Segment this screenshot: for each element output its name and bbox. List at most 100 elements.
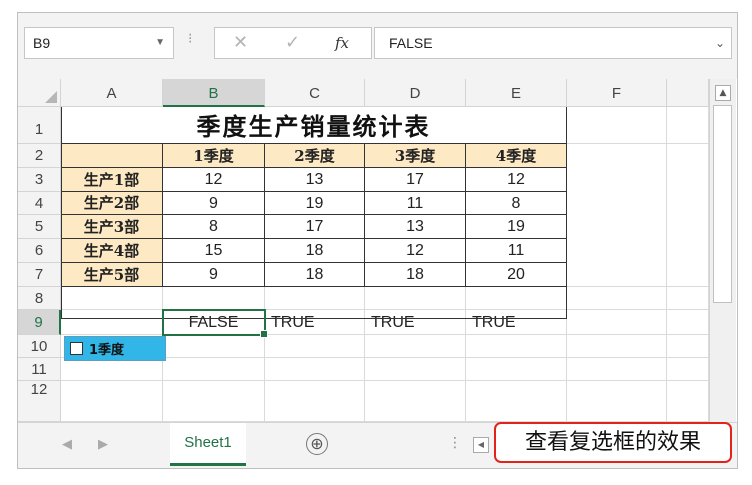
row-header-6[interactable]: 6 [18,239,61,263]
column-header-c[interactable]: C [265,79,365,107]
column-header-a[interactable]: A [61,79,163,107]
cell-d11[interactable] [365,358,466,381]
row-header-5[interactable]: 5 [18,215,61,239]
cell-c2[interactable]: 2季度 [265,144,365,168]
next-sheet-icon[interactable]: ▶ [98,437,108,452]
cell-b7[interactable]: 9 [163,263,265,287]
cell-f10[interactable] [567,335,667,358]
tab-sheet1[interactable]: Sheet1 [170,423,246,466]
row-header-4[interactable]: 4 [18,192,61,215]
cell-d4[interactable]: 11 [365,192,466,215]
checkbox-square-icon[interactable] [70,342,83,355]
cell-f12[interactable] [567,381,667,422]
cancel-icon[interactable]: ✕ [233,32,248,53]
cell-b2[interactable]: 1季度 [163,144,265,168]
cell-a12[interactable] [61,381,163,422]
cell-a4[interactable]: 生产2部 [61,192,163,215]
cell-c7[interactable]: 18 [265,263,365,287]
cell-e7[interactable]: 20 [466,263,567,287]
column-header-e[interactable]: E [466,79,567,107]
column-header-d[interactable]: D [365,79,466,107]
cell-d10[interactable] [365,335,466,358]
row-header-7[interactable]: 7 [18,263,61,287]
tab-split-handle-icon[interactable]: ⋮ [448,435,462,451]
cell-e5[interactable]: 19 [466,215,567,239]
cell-f9[interactable] [567,310,667,335]
cell-d12[interactable] [365,381,466,422]
scroll-up-icon[interactable]: ▲ [715,85,731,101]
cell-d3[interactable]: 17 [365,168,466,192]
cell-b11[interactable] [163,358,265,381]
chevron-down-icon[interactable]: ▼ [155,28,165,58]
cell-b6[interactable]: 15 [163,239,265,263]
cell-a2[interactable] [61,144,163,168]
vertical-scrollbar[interactable]: ▲ [709,79,736,422]
cell-a6[interactable]: 生产4部 [61,239,163,263]
cell-d7[interactable]: 18 [365,263,466,287]
row-header-3[interactable]: 3 [18,168,61,192]
cell-b9[interactable]: FALSE [163,310,265,335]
cell-a9[interactable] [61,310,163,335]
table-title[interactable]: 季度生产销量统计表 [61,107,567,144]
cell-c3[interactable]: 13 [265,168,365,192]
fx-icon[interactable]: fx [335,34,349,52]
cell-f8[interactable] [567,287,667,310]
cell-b12[interactable] [163,381,265,422]
cell-e9[interactable]: TRUE [466,310,567,335]
cell-g9[interactable] [667,310,709,335]
enter-icon[interactable]: ✓ [285,32,300,53]
cell-c6[interactable]: 18 [265,239,365,263]
row-header-11[interactable]: 11 [18,358,61,381]
cell-e4[interactable]: 8 [466,192,567,215]
cell-a7[interactable]: 生产5部 [61,263,163,287]
select-all-corner[interactable] [18,79,61,107]
cell-a8[interactable] [61,287,163,310]
cell-b10[interactable] [163,335,265,358]
cell-d5[interactable]: 13 [365,215,466,239]
cell-e12[interactable] [466,381,567,422]
row-header-8[interactable]: 8 [18,287,61,310]
row-header-1[interactable]: 1 [18,107,61,144]
column-header-g[interactable] [667,79,709,107]
column-header-f[interactable]: F [567,79,667,107]
cell-a11[interactable] [61,358,163,381]
cell-e11[interactable] [466,358,567,381]
checkbox-control[interactable]: 1季度 [64,336,166,361]
cell-d9[interactable]: TRUE [365,310,466,335]
row-header-12[interactable]: 12 [18,381,61,422]
cell-g11[interactable] [667,358,709,381]
cell-e8[interactable] [466,287,567,310]
cell-e6[interactable]: 11 [466,239,567,263]
scroll-thumb[interactable] [713,105,732,303]
expand-formula-icon[interactable]: ⌄ [715,28,725,58]
cell-g10[interactable] [667,335,709,358]
scroll-left-icon[interactable]: ◀ [473,437,489,453]
add-sheet-icon[interactable]: ⊕ [306,433,328,455]
cell-b8[interactable] [163,287,265,310]
cell-d8[interactable] [365,287,466,310]
row-header-2[interactable]: 2 [18,144,61,168]
prev-sheet-icon[interactable]: ◀ [62,437,72,452]
row-header-9[interactable]: 9 [18,310,61,335]
cell-g8[interactable] [667,287,709,310]
cell-c4[interactable]: 19 [265,192,365,215]
cell-f11[interactable] [567,358,667,381]
cell-c12[interactable] [265,381,365,422]
cell-d6[interactable]: 12 [365,239,466,263]
cell-e10[interactable] [466,335,567,358]
cell-f2-f7[interactable] [567,144,667,287]
cell-c11[interactable] [265,358,365,381]
cell-e2[interactable]: 4季度 [466,144,567,168]
cell-d2[interactable]: 3季度 [365,144,466,168]
formula-input[interactable]: FALSE ⌄ [374,27,732,59]
cell-c8[interactable] [265,287,365,310]
cell-g1[interactable] [667,107,709,144]
drag-handle-icon[interactable]: ⁝ [188,31,192,47]
cell-g12[interactable] [667,381,709,422]
cell-c5[interactable]: 17 [265,215,365,239]
cell-c10[interactable] [265,335,365,358]
row-header-10[interactable]: 10 [18,335,61,358]
name-box[interactable]: B9 ▼ [24,27,174,59]
column-header-b[interactable]: B [163,79,265,107]
cell-b3[interactable]: 12 [163,168,265,192]
